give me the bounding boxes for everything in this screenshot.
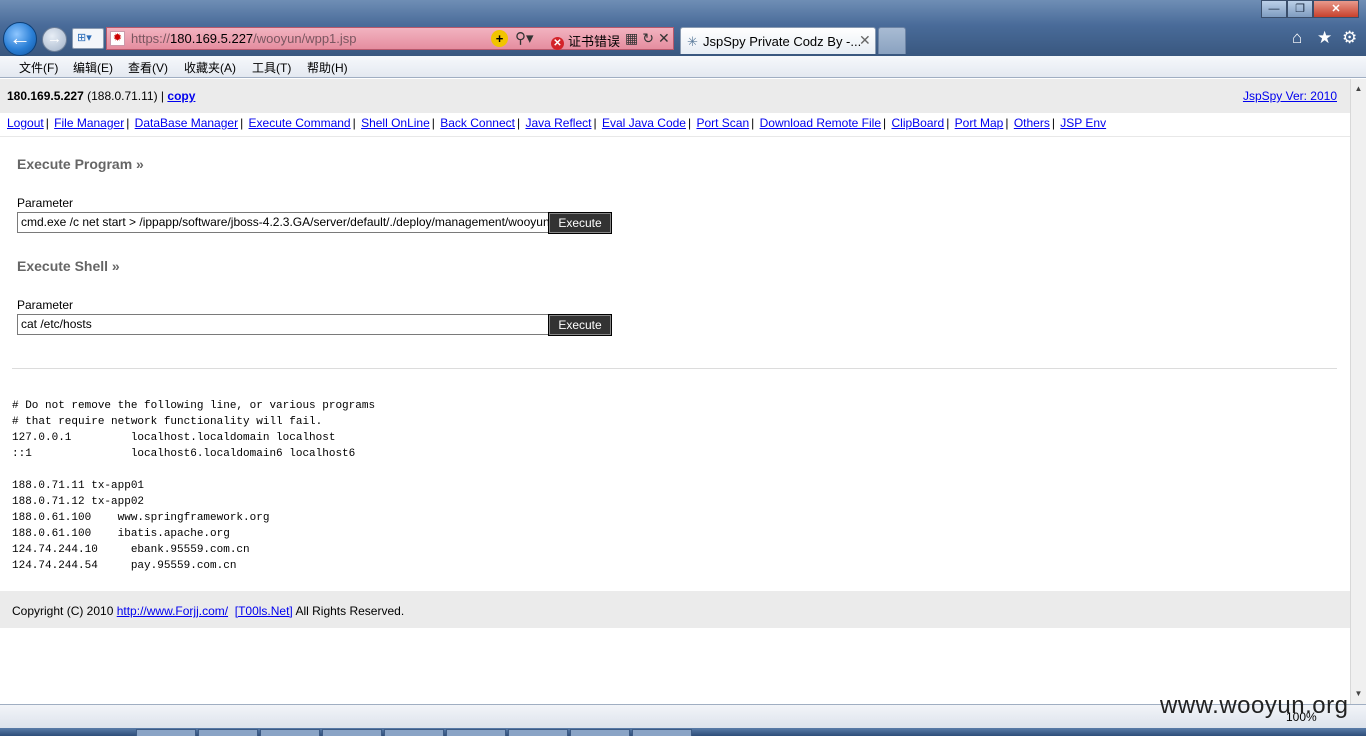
nav-jsp-env[interactable]: JSP Env: [1060, 116, 1106, 130]
cert-error-icon: ✕: [551, 37, 564, 50]
certificate-error-button[interactable]: ✕ 证书错误: [551, 31, 620, 50]
taskbar-item[interactable]: [260, 729, 320, 736]
output-divider: [12, 368, 1337, 369]
minimize-button[interactable]: —: [1261, 0, 1287, 18]
execute-shell-title: Execute Shell »: [17, 258, 120, 274]
taskbar-item[interactable]: [632, 729, 692, 736]
copy-link[interactable]: copy: [167, 89, 195, 103]
host-info: 180.169.5.227 (188.0.71.11) | copy: [7, 89, 195, 103]
menu-edit[interactable]: 编辑(E): [73, 59, 113, 76]
taskbar-item[interactable]: [136, 729, 196, 736]
nav-database-manager[interactable]: DataBase Manager: [135, 116, 238, 130]
address-bar[interactable]: ✹ https://180.169.5.227/wooyun/wpp1.jsp …: [106, 27, 674, 50]
favorites-star-icon[interactable]: ★: [1317, 28, 1332, 48]
tab-jspspy[interactable]: ✳ JspSpy Private Codz By -... ✕: [680, 27, 876, 54]
taskbar-item[interactable]: [384, 729, 444, 736]
taskbar-item[interactable]: [570, 729, 630, 736]
program-param-input[interactable]: cmd.exe /c net start > /ippapp/software/…: [17, 212, 549, 233]
page-icon-dropdown[interactable]: ⊞▾: [72, 28, 104, 49]
menu-help[interactable]: 帮助(H): [307, 59, 348, 76]
page-viewport: 180.169.5.227 (188.0.71.11) | copy JspSp…: [0, 79, 1350, 704]
nav-download-remote-file[interactable]: Download Remote File: [760, 116, 881, 130]
command-output: # Do not remove the following line, or v…: [12, 400, 376, 572]
host-ip: 180.169.5.227: [7, 89, 84, 103]
program-param-label: Parameter: [17, 196, 74, 210]
tools-gear-icon[interactable]: ⚙: [1342, 28, 1357, 48]
tab-title: JspSpy Private Codz By -...: [703, 34, 862, 49]
t00ls-link[interactable]: [T00ls.Net]: [235, 604, 293, 618]
nav-port-map[interactable]: Port Map: [955, 116, 1004, 130]
content-separator: [0, 136, 1350, 137]
maximize-button[interactable]: ❐: [1287, 0, 1313, 18]
address-url[interactable]: https://180.169.5.227/wooyun/wpp1.jsp: [131, 31, 357, 46]
nav-file-manager[interactable]: File Manager: [54, 116, 124, 130]
internal-ip: (188.0.71.11) |: [87, 89, 165, 103]
nav-others[interactable]: Others: [1014, 116, 1050, 130]
scroll-up-icon[interactable]: ▲: [1351, 81, 1366, 97]
nav-port-scan[interactable]: Port Scan: [696, 116, 749, 130]
menu-file[interactable]: 文件(F): [19, 59, 58, 76]
site-favicon-icon: ✹: [110, 31, 125, 46]
scroll-down-icon[interactable]: ▼: [1351, 686, 1366, 702]
nav-eval-java-code[interactable]: Eval Java Code: [602, 116, 686, 130]
shell-param-label: Parameter: [17, 298, 74, 312]
forward-button[interactable]: →: [42, 27, 67, 52]
copyright-text: Copyright (C) 2010: [12, 604, 117, 618]
nav-java-reflect[interactable]: Java Reflect: [525, 116, 591, 130]
menu-tools[interactable]: 工具(T): [252, 59, 291, 76]
taskbar-item[interactable]: [446, 729, 506, 736]
compatibility-view-icon[interactable]: +: [491, 30, 508, 47]
nav-execute-command[interactable]: Execute Command: [249, 116, 351, 130]
forjj-link[interactable]: http://www.Forjj.com/: [117, 604, 228, 618]
nav-shell-online[interactable]: Shell OnLine: [361, 116, 430, 130]
taskbar-item[interactable]: [508, 729, 568, 736]
page-footer: Copyright (C) 2010 http://www.Forjj.com/…: [0, 591, 1350, 628]
version-link[interactable]: JspSpy Ver: 2010: [1243, 89, 1337, 103]
execute-program-title: Execute Program »: [17, 156, 144, 172]
vertical-scrollbar[interactable]: ▲ ▼: [1350, 79, 1366, 704]
watermark: www.wooyun.org: [1160, 692, 1349, 719]
execute-program-button[interactable]: Execute: [548, 212, 612, 234]
search-dropdown-icon[interactable]: ⚲▾: [515, 29, 534, 47]
execute-shell-button[interactable]: Execute: [548, 314, 612, 336]
shell-param-input[interactable]: cat /etc/hosts: [17, 314, 549, 335]
new-tab-button[interactable]: [878, 27, 906, 54]
back-button[interactable]: ←: [3, 22, 37, 56]
menu-favorites[interactable]: 收藏夹(A): [184, 59, 236, 76]
nav-logout[interactable]: Logout: [7, 116, 44, 130]
rights-text: All Rights Reserved.: [292, 604, 405, 618]
menu-bar: 文件(F) 编辑(E) 查看(V) 收藏夹(A) 工具(T) 帮助(H): [0, 56, 1366, 78]
address-tools[interactable]: ▦↻✕: [625, 30, 674, 47]
tab-close-icon[interactable]: ✕: [859, 32, 871, 49]
nav-back-connect[interactable]: Back Connect: [440, 116, 515, 130]
menu-view[interactable]: 查看(V): [128, 59, 168, 76]
home-icon[interactable]: ⌂: [1292, 28, 1302, 48]
taskbar-item[interactable]: [198, 729, 258, 736]
nav-links: Logout | File Manager | DataBase Manager | …: [7, 116, 1107, 130]
page-header: 180.169.5.227 (188.0.71.11) | copy JspSp…: [0, 79, 1350, 113]
taskbar-item[interactable]: [322, 729, 382, 736]
loading-icon: ✳: [687, 34, 698, 49]
close-window-button[interactable]: ✕: [1313, 0, 1359, 18]
nav-clipboard[interactable]: ClipBoard: [891, 116, 944, 130]
